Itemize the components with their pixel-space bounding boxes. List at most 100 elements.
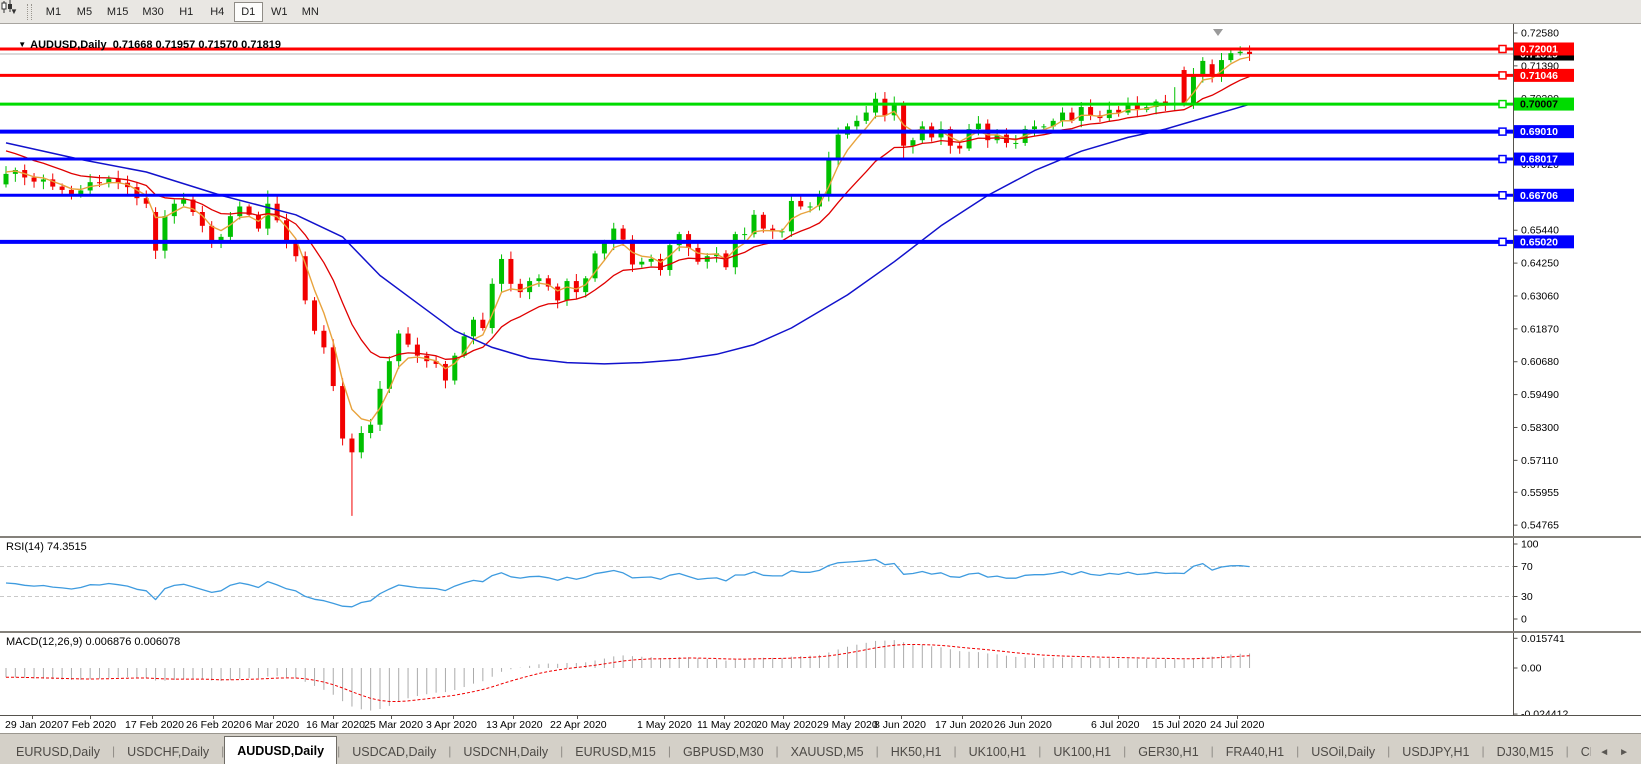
timeframe-button-m5[interactable]: M5 [70, 2, 99, 22]
hline-handle[interactable] [1499, 45, 1506, 52]
chart-type-dropdown[interactable]: ▼ [2, 2, 23, 22]
chart-tab-uk100-h1[interactable]: UK100,H1 [957, 739, 1039, 764]
date-label: 6 Mar 2020 [246, 719, 299, 731]
candlestick-series [4, 45, 1253, 515]
hline-price-label: 0.66706 [1520, 190, 1558, 202]
chart-tab-gbpusd-m30[interactable]: GBPUSD,M30 [671, 739, 776, 764]
ohlc-high: 0.71957 [156, 39, 196, 51]
main-chart-panel[interactable]: ▼AUDUSD,Daily 0.71668 0.71957 0.71570 0.… [0, 24, 1641, 536]
chart-tab-xauusd-m5[interactable]: XAUUSD,M5 [779, 739, 876, 764]
chart-tab-china300-h4[interactable]: CHINA300,H4 [1569, 739, 1591, 764]
macd-histogram [6, 640, 1250, 710]
rsi-tick-label: 30 [1521, 591, 1533, 603]
chart-tab-bar: EURUSD,Daily|USDCHF,Daily|AUDUSD,Daily|U… [0, 733, 1641, 764]
date-label: 11 May 2020 [697, 719, 757, 731]
date-label: 17 Jun 2020 [935, 719, 993, 731]
hline-handle[interactable] [1499, 128, 1506, 135]
date-label: 29 Jan 2020 [5, 719, 63, 731]
macd-panel[interactable]: MACD(12,26,9) 0.006876 0.006078 0.015741… [0, 631, 1641, 715]
chart-tab-eurusd-daily[interactable]: EURUSD,Daily [4, 739, 112, 764]
chart-tab-usdcad-daily[interactable]: USDCAD,Daily [340, 739, 448, 764]
timeframe-button-d1[interactable]: D1 [234, 2, 263, 22]
price-tick-label: 0.61870 [1521, 323, 1559, 335]
collapse-triangle-icon[interactable]: ▼ [18, 40, 26, 49]
chart-tab-usdchf-daily[interactable]: USDCHF,Daily [115, 739, 221, 764]
ohlc-close: 0.71819 [241, 39, 281, 51]
timeframe-button-h4[interactable]: H4 [203, 2, 232, 22]
chart-tab-fra40-h1[interactable]: FRA40,H1 [1214, 739, 1296, 764]
price-tick-label: 0.72580 [1521, 28, 1559, 40]
date-label: 26 Jun 2020 [994, 719, 1052, 731]
rsi-tick-label: 100 [1521, 539, 1539, 551]
price-tick-label: 0.55955 [1521, 487, 1559, 499]
timeframe-button-m30[interactable]: M30 [136, 2, 169, 22]
date-label: 8 Jun 2020 [874, 719, 926, 731]
macd-canvas[interactable]: 0.0157410.00-0.024412 [0, 633, 1641, 715]
hline-price-label: 0.71046 [1520, 70, 1558, 82]
hline-handle[interactable] [1499, 101, 1506, 108]
chart-tab-usoil-daily[interactable]: USOil,Daily [1299, 739, 1387, 764]
price-tick-label: 0.65440 [1521, 225, 1559, 237]
date-label: 13 Apr 2020 [486, 719, 543, 731]
price-tick-label: 0.60680 [1521, 356, 1559, 368]
hline-price-label: 0.68017 [1520, 154, 1558, 166]
tab-scroll-nav: ◄ ► [1591, 747, 1637, 764]
date-label: 15 Jul 2020 [1152, 719, 1206, 731]
rsi-panel[interactable]: RSI(14) 74.3515 10070300 [0, 536, 1641, 631]
price-tick-label: 0.63060 [1521, 290, 1559, 302]
timeframe-button-w1[interactable]: W1 [265, 2, 294, 22]
date-label: 22 Apr 2020 [550, 719, 607, 731]
date-label: 16 Mar 2020 [306, 719, 365, 731]
hline-handle[interactable] [1499, 156, 1506, 163]
tab-scroll-left-icon[interactable]: ◄ [1599, 747, 1609, 758]
date-axis[interactable]: 29 Jan 20207 Feb 2020 17 Feb 202026 Feb 2… [0, 715, 1641, 733]
hline-handle[interactable] [1499, 238, 1506, 245]
date-label: 26 Feb 2020 [186, 719, 245, 731]
chart-tab-dj30-m15[interactable]: DJ30,M15 [1485, 739, 1566, 764]
timeframe-button-m1[interactable]: M1 [39, 2, 68, 22]
chart-tabs: EURUSD,Daily|USDCHF,Daily|AUDUSD,Daily|U… [4, 734, 1591, 764]
chart-tab-usdcnh-daily[interactable]: USDCNH,Daily [451, 739, 560, 764]
macd-tick-label: 0.00 [1521, 663, 1542, 675]
rsi-tick-label: 70 [1521, 561, 1533, 573]
timeframe-button-mn[interactable]: MN [296, 2, 325, 22]
chart-tab-hk50-h1[interactable]: HK50,H1 [879, 739, 954, 764]
hline-price-label: 0.65020 [1520, 236, 1558, 248]
timeframe-button-group: M1M5M15M30H1H4D1W1MN [38, 2, 326, 22]
date-label: 17 Feb 2020 [125, 719, 184, 731]
date-label: 20 May 2020 [756, 719, 817, 731]
hline-price-label: 0.70007 [1520, 99, 1558, 111]
timeframe-button-m15[interactable]: M15 [101, 2, 134, 22]
macd-label: MACD(12,26,9) 0.006876 0.006078 [6, 636, 180, 648]
ohlc-open: 0.71668 [113, 39, 153, 51]
hline-handle[interactable] [1499, 192, 1506, 199]
macd-axis[interactable]: 0.0157410.00-0.024412 [1514, 633, 1569, 715]
rsi-label: RSI(14) 74.3515 [6, 541, 87, 553]
chart-symbol: AUDUSD,Daily [30, 39, 106, 51]
chart-tab-usdjpy-h1[interactable]: USDJPY,H1 [1390, 739, 1481, 764]
macd-tick-label: 0.015741 [1521, 633, 1565, 645]
rsi-canvas[interactable]: 10070300 [0, 538, 1641, 631]
date-label: 24 Jul 2020 [1210, 719, 1264, 731]
main-chart-canvas[interactable]: 0.725800.713900.702000.690100.678200.666… [0, 24, 1641, 536]
chart-tab-audusd-daily[interactable]: AUDUSD,Daily [224, 736, 337, 764]
date-label: 7 Feb 2020 [63, 719, 116, 731]
top-toolbar: ▼ M1M5M15M30H1H4D1W1MN [0, 0, 1641, 24]
hline-handle[interactable] [1499, 72, 1506, 79]
price-tick-label: 0.64250 [1521, 258, 1559, 270]
hline-price-label: 0.69010 [1520, 126, 1558, 138]
timeframe-button-h1[interactable]: H1 [172, 2, 201, 22]
chart-title: ▼AUDUSD,Daily 0.71668 0.71957 0.71570 0.… [6, 27, 281, 63]
date-label: 25 Mar 2020 [364, 719, 423, 731]
date-label: 29 May 2020 [817, 719, 878, 731]
price-tick-label: 0.58300 [1521, 422, 1559, 434]
chart-tab-uk100-h1[interactable]: UK100,H1 [1041, 739, 1123, 764]
price-axis[interactable]: 0.725800.713900.702000.690100.678200.666… [1514, 24, 1575, 536]
rsi-axis[interactable]: 10070300 [1514, 538, 1539, 631]
date-label: 3 Apr 2020 [426, 719, 477, 731]
tab-scroll-right-icon[interactable]: ► [1619, 747, 1629, 758]
chart-tab-eurusd-m15[interactable]: EURUSD,M15 [563, 739, 668, 764]
price-tick-label: 0.57110 [1521, 455, 1558, 467]
chart-tab-ger30-h1[interactable]: GER30,H1 [1126, 739, 1210, 764]
chart-shift-marker-icon[interactable] [1213, 29, 1223, 36]
